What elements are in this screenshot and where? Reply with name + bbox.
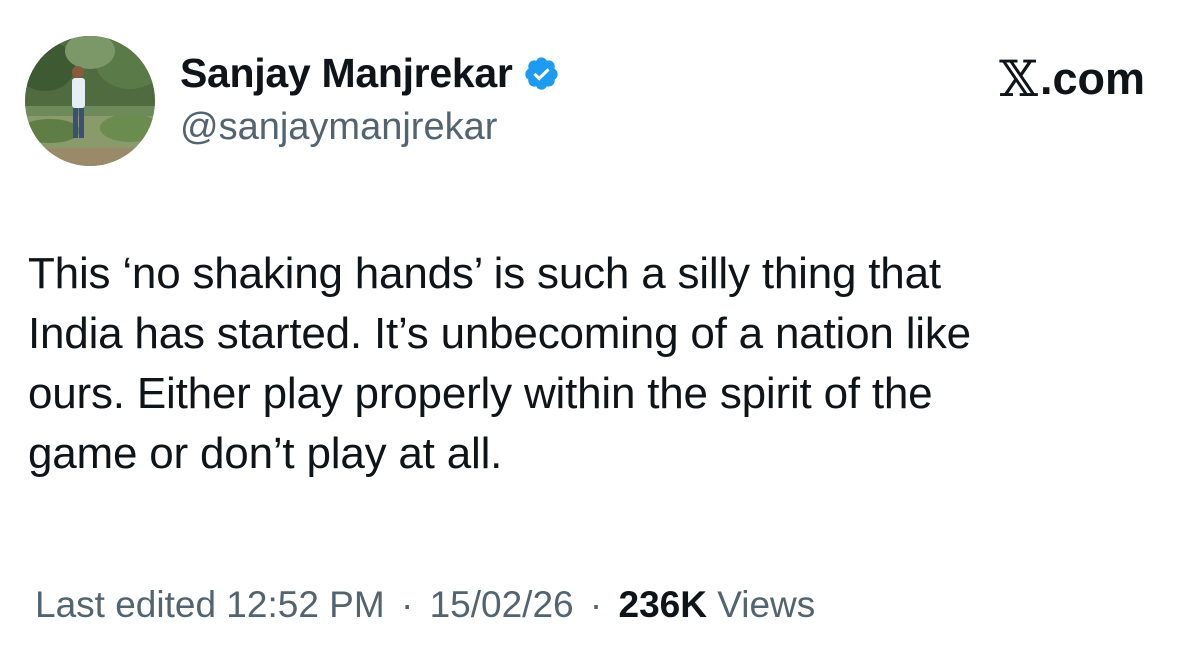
tweet-line: game or don’t play at all.: [28, 429, 503, 478]
author-handle[interactable]: @sanjaymanjrekar: [180, 106, 497, 149]
edited-timestamp[interactable]: Last edited 12:52 PM: [35, 584, 385, 625]
avatar-image: [25, 36, 155, 166]
verified-badge-icon: [523, 55, 560, 92]
brand-logo: 𝕏 .com: [999, 50, 1145, 108]
meta-separator: ·: [589, 584, 603, 625]
brand-domain: .com: [1039, 53, 1145, 104]
views-count: 236K: [618, 584, 707, 625]
tweet-line: India has started. It’s unbecoming of a …: [28, 309, 971, 358]
meta-separator: ·: [400, 584, 414, 625]
author-name-text[interactable]: Sanjay Manjrekar: [180, 50, 513, 97]
tweet-date[interactable]: 15/02/26: [430, 584, 574, 625]
author-name[interactable]: Sanjay Manjrekar: [180, 50, 560, 97]
views-label: Views: [717, 584, 816, 625]
avatar[interactable]: [25, 36, 155, 166]
tweet-line: This ‘no shaking hands’ is such a silly …: [28, 249, 941, 298]
tweet-text: This ‘no shaking hands’ is such a silly …: [28, 244, 1148, 484]
tweet-meta: Last edited 12:52 PM · 15/02/26 · 236K V…: [35, 584, 815, 626]
x-logo-icon: 𝕏: [999, 50, 1038, 108]
tweet-line: ours. Either play properly within the sp…: [28, 369, 933, 418]
